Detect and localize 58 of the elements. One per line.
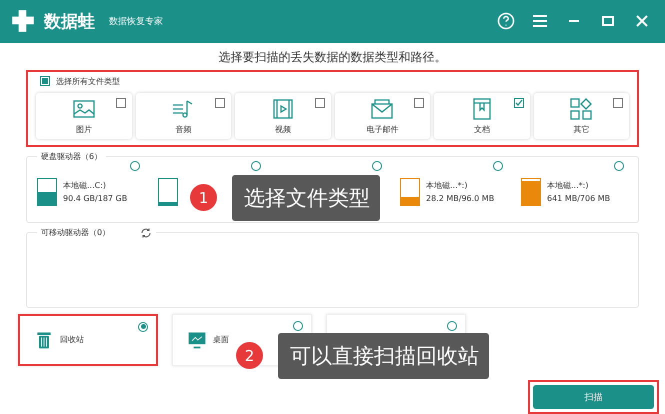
file-type-card[interactable]: 其它 [534, 92, 629, 138]
refresh-icon[interactable] [140, 226, 152, 238]
select-all-checkbox[interactable] [40, 76, 50, 86]
location-card[interactable]: 回收站 [18, 314, 158, 366]
drive-radio[interactable] [372, 160, 382, 170]
file-type-label: 其它 [573, 124, 590, 134]
scan-button[interactable]: 扫描 [533, 385, 654, 409]
section-title: 硬盘驱动器（6） [41, 150, 102, 162]
file-type-card[interactable]: 音频 [136, 92, 231, 138]
file-type-card[interactable]: 视频 [235, 92, 330, 138]
monitor-icon [187, 330, 207, 350]
file-type-checkbox[interactable] [116, 98, 126, 108]
file-type-checkbox[interactable] [414, 98, 424, 108]
location-radio[interactable] [293, 320, 303, 330]
drive-size: 90.4 GB/187 GB [63, 194, 128, 203]
file-type-checkbox[interactable] [314, 98, 324, 108]
close-icon [635, 14, 649, 28]
drive-radio[interactable] [130, 160, 140, 170]
section-title: 可移动驱动器（0） [41, 227, 110, 238]
file-type-label: 音频 [175, 124, 192, 134]
callout-tooltip: 选择文件类型 [232, 175, 380, 221]
drive-name: 本地磁...*:) [426, 180, 468, 191]
plus-logo-icon [10, 8, 36, 34]
drive-name: 本地磁...*:) [547, 180, 590, 191]
film-icon [270, 96, 295, 120]
location-radio[interactable] [138, 322, 148, 332]
minimize-icon [568, 20, 580, 22]
file-type-label: 图片 [76, 124, 92, 134]
step-number-badge: 1 [190, 184, 217, 211]
menu-icon [532, 13, 548, 30]
instruction-heading: 选择要扫描的丢失数据的数据类型和路径。 [218, 48, 448, 66]
drive-name: 本地磁...C:) [63, 180, 108, 191]
location-label: 桌面 [213, 334, 229, 345]
file-type-label: 电子邮件 [366, 124, 398, 134]
file-type-label: 视频 [274, 124, 291, 134]
file-type-card[interactable]: 文档 [434, 92, 530, 138]
app-name: 数据蛙 [44, 10, 95, 33]
drive-radio[interactable] [493, 160, 503, 170]
maximize-icon [601, 14, 615, 28]
file-type-card[interactable]: 图片 [36, 92, 132, 138]
drive-size: 641 MB/706 MB [547, 194, 610, 203]
drive-size: 28.2 MB/96.0 MB [426, 194, 494, 203]
envelope-icon [370, 96, 394, 120]
app-subtitle: 数据恢复专家 [109, 16, 163, 28]
callout-tooltip: 可以直接扫描回收站 [278, 333, 489, 379]
drive-radio[interactable] [251, 160, 261, 170]
location-label: 回收站 [60, 334, 84, 345]
file-type-checkbox[interactable] [514, 98, 524, 108]
file-type-checkbox[interactable] [613, 98, 623, 108]
drive-radio[interactable] [614, 160, 624, 170]
step-number-badge: 2 [236, 342, 263, 369]
grid-icon [569, 96, 594, 120]
file-type-card[interactable]: 电子邮件 [334, 92, 430, 138]
select-all-label: 选择所有文件类型 [56, 76, 120, 86]
help-icon [497, 12, 515, 30]
file-type-label: 文档 [474, 124, 490, 134]
location-radio[interactable] [447, 320, 457, 330]
file-type-checkbox[interactable] [215, 98, 225, 108]
